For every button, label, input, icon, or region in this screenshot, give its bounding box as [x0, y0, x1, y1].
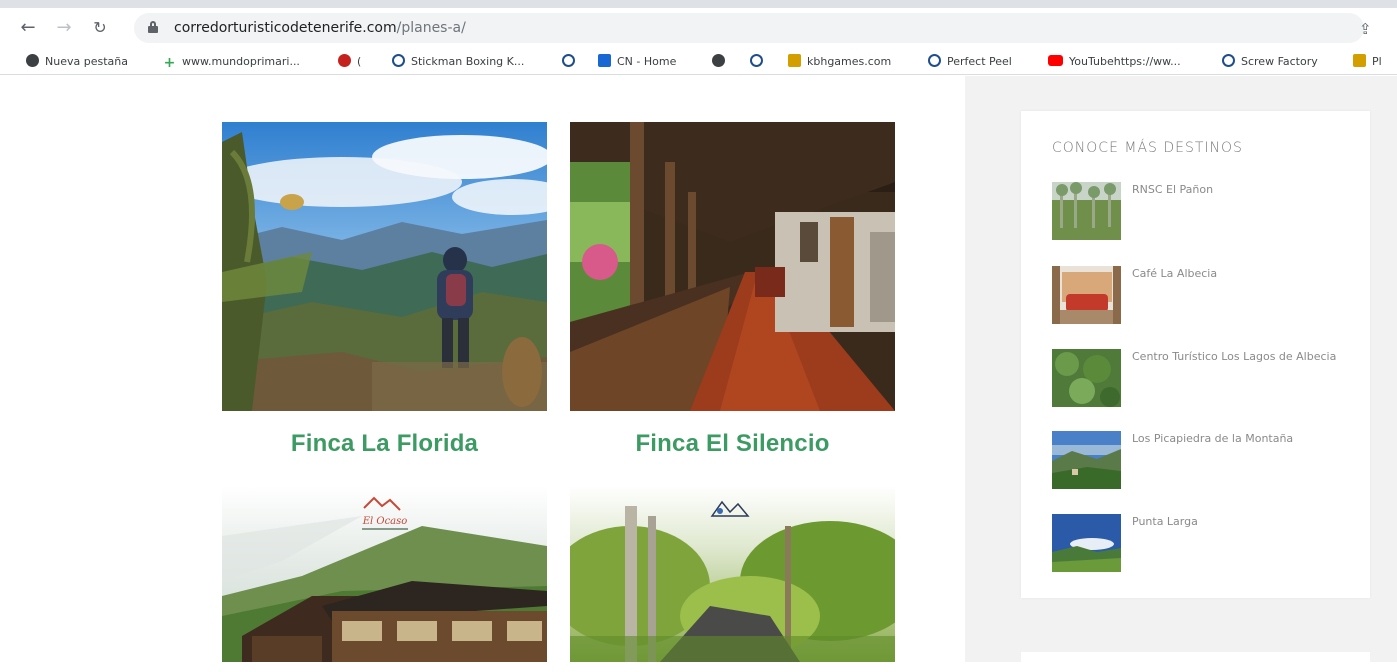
- address-bar[interactable]: corredorturisticodetenerife.com/planes-a…: [134, 13, 1364, 43]
- destination-name[interactable]: RNSC El Pañon: [1132, 182, 1347, 198]
- destination-name[interactable]: Los Picapiedra de la Montaña: [1132, 431, 1347, 447]
- bookmark-item[interactable]: [712, 53, 731, 71]
- bookmark-label: kbhgames.com: [807, 55, 892, 68]
- ring-icon: [392, 54, 405, 67]
- ring-icon: [1222, 54, 1235, 67]
- destination-name[interactable]: Centro Turístico Los Lagos de Albecia: [1132, 349, 1347, 365]
- url-text[interactable]: corredorturisticodetenerife.com/planes-a…: [174, 20, 466, 36]
- card-image-mountain-lodge[interactable]: El Ocaso: [222, 486, 547, 662]
- yellow-icon: [1353, 54, 1366, 67]
- forward-icon[interactable]: →: [52, 16, 76, 40]
- destination-thumbnail[interactable]: [1052, 514, 1121, 572]
- lodge-logo-text: El Ocaso: [362, 516, 408, 527]
- browser-tabstrip-edge: [0, 0, 1397, 8]
- destination-name[interactable]: Café La Albecia: [1132, 266, 1347, 282]
- bookmark-label: (: [357, 55, 362, 68]
- bookmark-label: YouTubehttps://ww...: [1069, 55, 1181, 68]
- destination-item[interactable]: Punta Larga: [1052, 514, 1352, 578]
- globe-icon: [712, 54, 725, 67]
- destination-item[interactable]: Los Picapiedra de la Montaña: [1052, 431, 1352, 495]
- ring-icon: [562, 54, 575, 67]
- red-icon: [338, 54, 351, 67]
- bookmark-item[interactable]: Screw Factory: [1222, 53, 1318, 71]
- bookmark-label: Perfect Peel: [947, 55, 1012, 68]
- bookmark-item[interactable]: [562, 53, 581, 71]
- yellow-icon: [788, 54, 801, 67]
- page-content: Finca La Florida Finca El Silencio El Oc…: [0, 76, 1397, 672]
- destination-item[interactable]: Centro Turístico Los Lagos de Albecia: [1052, 349, 1352, 413]
- bookmark-label: Nueva pestaña: [45, 55, 128, 68]
- destination-thumbnail[interactable]: [1052, 431, 1121, 489]
- globe-icon: [26, 54, 39, 67]
- url-path: /planes-a/: [396, 20, 466, 36]
- destination-item[interactable]: RNSC El Pañon: [1052, 182, 1352, 246]
- destination-thumbnail[interactable]: [1052, 182, 1121, 240]
- bookmark-label: www.mundoprimari...: [182, 55, 300, 68]
- card-title-finca-el-silencio[interactable]: Finca El Silencio: [570, 430, 895, 458]
- destination-thumbnail[interactable]: [1052, 266, 1121, 324]
- card-image-forest-cabin[interactable]: [570, 486, 895, 662]
- bookmark-label: Screw Factory: [1241, 55, 1318, 68]
- lock-icon[interactable]: [148, 21, 158, 33]
- browser-toolbar: ← → ↻ corredorturisticodetenerife.com/pl…: [0, 8, 1397, 48]
- youtube-icon: [1048, 55, 1063, 66]
- destination-item[interactable]: Café La Albecia: [1052, 266, 1352, 330]
- secondary-widget: [1021, 652, 1370, 672]
- card-title-finca-la-florida[interactable]: Finca La Florida: [222, 430, 547, 458]
- bookmark-label: Pl: [1372, 55, 1382, 68]
- bookmark-item[interactable]: CN - Home: [598, 53, 676, 71]
- ring-icon: [750, 54, 763, 67]
- back-icon[interactable]: ←: [16, 16, 40, 40]
- ring-icon: [928, 54, 941, 67]
- destination-name[interactable]: Punta Larga: [1132, 514, 1347, 530]
- destination-thumbnail[interactable]: [1052, 349, 1121, 407]
- bookmark-label: CN - Home: [617, 55, 677, 68]
- card-image-finca-la-florida[interactable]: [222, 122, 547, 411]
- card-image-finca-el-silencio[interactable]: [570, 122, 895, 411]
- bookmarks-bar: Nueva pestaña + www.mundoprimari... ( Sti…: [0, 48, 1397, 75]
- bookmark-item[interactable]: (: [338, 53, 361, 71]
- bookmark-item[interactable]: Nueva pestaña: [26, 53, 128, 71]
- bookmark-item[interactable]: YouTubehttps://ww...: [1048, 53, 1181, 71]
- plus-icon: +: [163, 55, 176, 71]
- bookmark-item[interactable]: Perfect Peel: [928, 53, 1012, 71]
- bookmark-label: Stickman Boxing K...: [411, 55, 525, 68]
- url-domain: corredorturisticodetenerife.com: [174, 20, 397, 36]
- widget-title: CONOCE MÁS DESTINOS: [1052, 140, 1243, 156]
- bookmark-item[interactable]: + www.mundoprimari...: [163, 53, 300, 71]
- destinations-widget: CONOCE MÁS DESTINOS RNSC El Pañon Café L…: [1021, 111, 1370, 598]
- bookmark-item[interactable]: Stickman Boxing K...: [392, 53, 524, 71]
- bookmark-item[interactable]: kbhgames.com: [788, 53, 891, 71]
- share-icon[interactable]: ⇪: [1359, 22, 1375, 38]
- bookmark-item[interactable]: [750, 53, 769, 71]
- bookmark-item[interactable]: Pl: [1353, 53, 1382, 71]
- reload-icon[interactable]: ↻: [88, 16, 112, 40]
- cn-icon: [598, 54, 611, 67]
